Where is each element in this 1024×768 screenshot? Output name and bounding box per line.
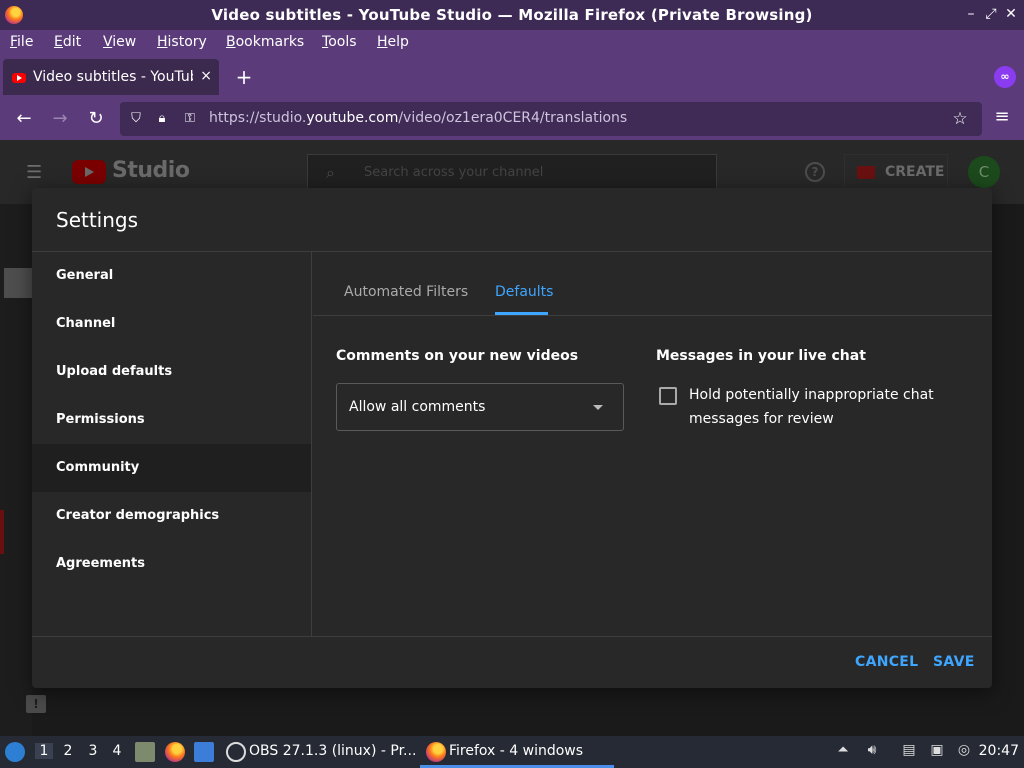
app-menu-icon[interactable]: ≡: [992, 106, 1012, 130]
forward-icon[interactable]: →: [47, 106, 73, 132]
menu-bar: File Edit View History Bookmarks Tools H…: [0, 30, 1024, 56]
settings-tabs: Automated Filters Defaults: [313, 252, 992, 316]
menu-tools[interactable]: Tools: [322, 34, 357, 50]
menu-view[interactable]: View: [103, 34, 136, 50]
cancel-button[interactable]: CANCEL: [855, 654, 918, 670]
studio-menu-icon[interactable]: ☰: [26, 162, 46, 183]
menu-bookmarks[interactable]: Bookmarks: [226, 34, 304, 50]
settings-dialog: Settings General Channel Upload defaults…: [32, 188, 992, 688]
comments-dropdown-value: Allow all comments: [349, 399, 486, 415]
youtube-favicon-icon: [12, 73, 26, 83]
camera-icon: [857, 166, 875, 179]
private-browsing-icon: ∞: [994, 66, 1016, 88]
dialog-footer: CANCEL SAVE: [32, 636, 992, 688]
tab-automated-filters[interactable]: Automated Filters: [344, 284, 468, 300]
settings-nav-permissions[interactable]: Permissions: [32, 396, 311, 444]
feedback-icon[interactable]: !: [26, 695, 46, 713]
active-tab-indicator: [495, 312, 548, 315]
tab-defaults[interactable]: Defaults: [495, 284, 553, 300]
clock: 20:47: [978, 743, 1019, 759]
key-icon[interactable]: ⚿: [181, 110, 199, 128]
update-icon[interactable]: ◎: [955, 742, 973, 762]
menu-history[interactable]: History: [157, 34, 207, 50]
tab-strip: Video subtitles - YouTube Studio ×: [0, 56, 1024, 98]
close-window-icon[interactable]: ✕: [1002, 5, 1020, 23]
workspace-4[interactable]: 4: [108, 743, 126, 759]
clipboard-icon[interactable]: ▤: [900, 742, 918, 762]
firefox-launcher-icon[interactable]: [165, 742, 185, 762]
search-placeholder: Search across your channel: [364, 165, 544, 180]
settings-nav-upload-defaults[interactable]: Upload defaults: [32, 348, 311, 396]
active-nav-indicator: [0, 510, 4, 554]
settings-nav-creator-demographics[interactable]: Creator demographics: [32, 492, 311, 540]
file-manager-icon[interactable]: [135, 742, 155, 762]
new-tab-button[interactable]: +: [232, 63, 256, 91]
tab-close-icon[interactable]: ×: [200, 68, 212, 84]
shield-icon[interactable]: ⛉: [127, 110, 145, 128]
dialog-header: Settings: [32, 188, 992, 252]
create-label: CREATE: [885, 164, 945, 180]
save-button[interactable]: SAVE: [933, 654, 975, 670]
search-icon: ⌕: [326, 163, 335, 182]
lock-icon[interactable]: 🔒︎: [153, 110, 171, 128]
settings-nav-agreements[interactable]: Agreements: [32, 540, 311, 588]
workspace-1[interactable]: 1: [35, 743, 53, 759]
network-icon[interactable]: ▣: [928, 742, 946, 762]
browser-tab[interactable]: Video subtitles - YouTube Studio ×: [3, 59, 219, 95]
studio-search-input[interactable]: ⌕ Search across your channel: [307, 154, 717, 192]
tray-up-icon[interactable]: ⏶: [834, 742, 852, 762]
maximize-icon[interactable]: ⤢: [982, 5, 1000, 23]
workspace-2[interactable]: 2: [59, 743, 77, 759]
obs-icon[interactable]: [226, 742, 246, 762]
video-thumbnail: [4, 268, 32, 298]
comments-section-title: Comments on your new videos: [336, 348, 579, 364]
url-bar[interactable]: ⛉ 🔒︎ ⚿ https://studio.youtube.com/video/…: [120, 102, 982, 136]
avatar[interactable]: C: [968, 156, 1000, 188]
start-menu-icon[interactable]: [5, 742, 25, 762]
desktop-icon[interactable]: [194, 742, 214, 762]
studio-logo-text[interactable]: Studio: [112, 158, 190, 183]
menu-file[interactable]: File: [10, 34, 33, 50]
task-obs[interactable]: OBS 27.1.3 (linux) - Pr...: [249, 743, 416, 759]
settings-nav: General Channel Upload defaults Permissi…: [32, 252, 312, 636]
settings-nav-channel[interactable]: Channel: [32, 300, 311, 348]
hold-chat-checkbox[interactable]: [659, 387, 677, 405]
settings-nav-general[interactable]: General: [32, 252, 311, 300]
menu-help[interactable]: Help: [377, 34, 409, 50]
volume-icon[interactable]: 🔊︎: [863, 742, 881, 762]
hold-chat-checkbox-label[interactable]: Hold potentially inappropriate chat mess…: [689, 383, 949, 431]
settings-content: Automated Filters Defaults Comments on y…: [313, 252, 992, 636]
tab-label: Video subtitles - YouTube Studio: [33, 69, 193, 85]
reload-icon[interactable]: ↻: [83, 106, 109, 132]
menu-edit[interactable]: Edit: [54, 34, 81, 50]
youtube-logo-icon[interactable]: [72, 160, 106, 184]
task-firefox[interactable]: Firefox - 4 windows: [449, 743, 583, 759]
url-text[interactable]: https://studio.youtube.com/video/oz1era0…: [209, 110, 627, 126]
taskbar: 1 2 3 4 OBS 27.1.3 (linux) - Pr... Firef…: [0, 736, 1024, 768]
nav-bar: ← → ↻ ⛉ 🔒︎ ⚿ https://studio.youtube.com/…: [0, 98, 1024, 140]
window-titlebar: Video subtitles - YouTube Studio — Mozil…: [0, 0, 1024, 30]
settings-nav-community[interactable]: Community: [32, 444, 311, 492]
window-title: Video subtitles - YouTube Studio — Mozil…: [211, 6, 813, 24]
help-icon[interactable]: ?: [805, 162, 825, 182]
comments-dropdown[interactable]: Allow all comments: [336, 383, 624, 431]
dropdown-arrow-icon: [593, 405, 603, 410]
bookmark-star-icon[interactable]: ☆: [951, 110, 969, 128]
dialog-title: Settings: [56, 208, 139, 232]
minimize-icon[interactable]: –: [962, 5, 980, 23]
create-button[interactable]: CREATE: [844, 154, 948, 190]
workspace-3[interactable]: 3: [84, 743, 102, 759]
back-icon[interactable]: ←: [11, 106, 37, 132]
live-chat-section-title: Messages in your live chat: [656, 348, 866, 364]
firefox-task-icon: [426, 742, 446, 762]
